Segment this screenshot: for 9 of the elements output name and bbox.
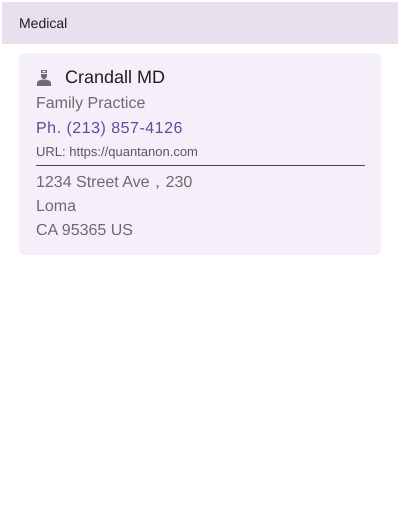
website-url: URL: https://quantanon.com [36,143,199,161]
address-line: Loma [36,197,78,217]
page-title: Medical [19,15,68,31]
doctor-icon [36,68,52,86]
address-line: 1234 Street Ave，230 [36,173,194,193]
doctor-name: Crandall MD [65,67,166,88]
phone-link[interactable]: Ph. (213) 857-4126 [36,116,365,142]
address-line: CA 95365 US [36,221,134,241]
specialty: Family Practice [36,94,146,114]
